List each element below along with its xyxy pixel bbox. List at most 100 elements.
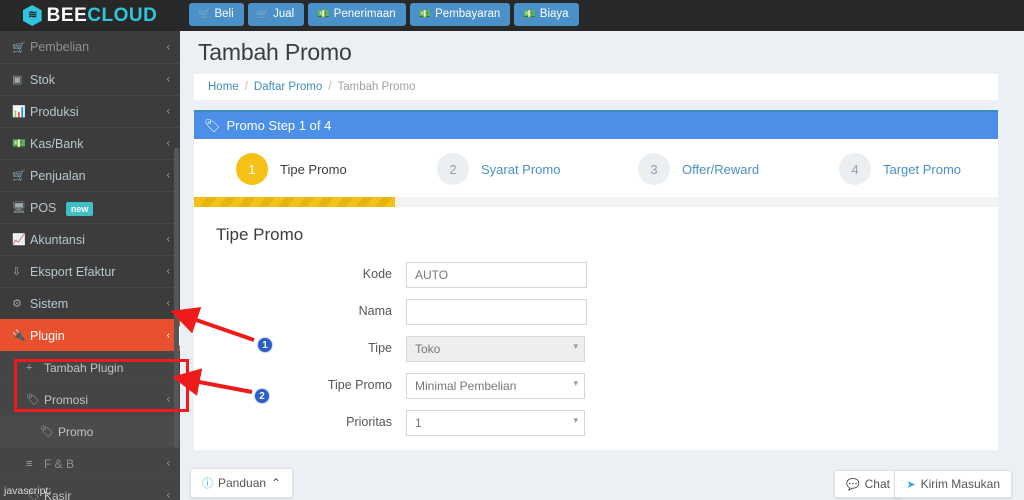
sidebar-item-label: Akuntansi bbox=[30, 233, 167, 247]
brand-logo[interactable]: ≋ BEECLOUD bbox=[0, 0, 180, 31]
form-row-kode: Kode AUTO bbox=[194, 262, 998, 288]
sidebar-item-label: Sistem bbox=[30, 297, 167, 311]
tipe-promo-select[interactable]: Minimal Pembelian bbox=[406, 373, 585, 399]
sidebar-item-label: Plugin bbox=[30, 329, 167, 343]
sidebar-item-stok[interactable]: ▣ Stok ‹ bbox=[0, 63, 180, 95]
sidebar-item-produksi[interactable]: 📊 Produksi ‹ bbox=[0, 95, 180, 127]
sidebar-item-akuntansi[interactable]: 📈 Akuntansi ‹ bbox=[0, 223, 180, 255]
panel-header: 🏷 Promo Step 1 of 4 bbox=[194, 112, 998, 139]
main-content: Tambah Promo Home / Daftar Promo / Tamba… bbox=[180, 31, 1012, 500]
status-bar-text: javascript; bbox=[4, 485, 51, 497]
top-button-penerimaan[interactable]: 💵 Penerimaan bbox=[308, 3, 405, 26]
sidebar-item-label: Penjualan bbox=[30, 169, 167, 183]
top-button-label: Penerimaan bbox=[334, 8, 396, 20]
export-icon: ⇩ bbox=[12, 265, 30, 278]
sidebar-item-promo[interactable]: 🏷 Promo bbox=[0, 415, 180, 447]
panel-header-label: Promo Step 1 of 4 bbox=[227, 118, 332, 133]
chevron-left-icon: ‹ bbox=[167, 106, 170, 117]
step-4-target-promo[interactable]: 4 Target Promo bbox=[797, 153, 998, 185]
money-icon: 💵 bbox=[523, 9, 535, 20]
footer-bar: ⓘ Panduan ⌃ 💬 Chat ➤ Kirim Masukan bbox=[180, 466, 1024, 500]
step-3-offer-reward[interactable]: 3 Offer/Reward bbox=[596, 153, 797, 185]
breadcrumb-daftar-promo[interactable]: Daftar Promo bbox=[254, 81, 322, 93]
step-2-syarat-promo[interactable]: 2 Syarat Promo bbox=[395, 153, 596, 185]
chat-label: Chat bbox=[865, 477, 890, 491]
annotation-marker-1: 1 bbox=[257, 337, 273, 353]
step-number: 1 bbox=[236, 153, 268, 185]
brand-name-part1: BEE bbox=[47, 5, 88, 26]
top-button-beli[interactable]: 🛒 Beli bbox=[189, 3, 244, 26]
prioritas-select[interactable]: 1 bbox=[406, 410, 585, 436]
step-number: 2 bbox=[437, 153, 469, 185]
step-1-tipe-promo[interactable]: 1 Tipe Promo bbox=[194, 153, 395, 185]
brand-name-part2: CLOUD bbox=[87, 5, 157, 26]
page-title: Tambah Promo bbox=[194, 31, 998, 74]
top-button-label: Beli bbox=[214, 8, 233, 20]
wizard-progress-fill bbox=[194, 197, 395, 207]
money-icon: 💵 bbox=[12, 137, 30, 150]
money-icon: 💵 bbox=[419, 9, 431, 20]
wizard-steps: 1 Tipe Promo 2 Syarat Promo 3 Offer/Rewa… bbox=[194, 139, 998, 185]
form-row-prioritas: Prioritas 1 bbox=[194, 410, 998, 436]
sidebar-item-label: Promo bbox=[58, 425, 170, 439]
top-button-jual[interactable]: 🛒 Jual bbox=[248, 3, 305, 26]
promo-wizard-panel: 🏷 Promo Step 1 of 4 1 Tipe Promo 2 Syara… bbox=[194, 110, 998, 450]
list-icon: ≡ bbox=[26, 458, 44, 470]
step-label: Tipe Promo bbox=[280, 162, 347, 177]
chevron-left-icon: ‹ bbox=[167, 298, 170, 309]
monitor-icon: 🖥 bbox=[12, 201, 30, 214]
sidebar-item-pembelian[interactable]: 🛒 Pembelian ‹ bbox=[0, 31, 180, 63]
breadcrumb-current: Tambah Promo bbox=[337, 81, 415, 93]
sidebar-item-f-and-b[interactable]: ≡ F & B ‹ bbox=[0, 447, 180, 479]
sidebar-item-sistem[interactable]: ⚙ Sistem ‹ bbox=[0, 287, 180, 319]
chevron-left-icon: ‹ bbox=[167, 266, 170, 277]
sidebar-item-label: Produksi bbox=[30, 105, 167, 119]
sidebar-item-pos[interactable]: 🖥 POS new bbox=[0, 191, 180, 223]
kode-input[interactable]: AUTO bbox=[406, 262, 587, 288]
chevron-left-icon: ‹ bbox=[167, 138, 170, 149]
panduan-button[interactable]: ⓘ Panduan ⌃ bbox=[190, 468, 293, 498]
bar-chart-icon: 📊 bbox=[12, 105, 30, 118]
kirim-masukan-button[interactable]: ➤ Kirim Masukan bbox=[894, 470, 1012, 498]
cart-icon: 🛒 bbox=[12, 41, 30, 54]
breadcrumb-separator: / bbox=[328, 81, 331, 93]
form-section-title: Tipe Promo bbox=[194, 207, 998, 251]
gear-icon: ⚙ bbox=[12, 297, 30, 310]
chat-button[interactable]: 💬 Chat bbox=[834, 470, 902, 498]
chevron-left-icon: ‹ bbox=[167, 42, 170, 53]
step-label: Syarat Promo bbox=[481, 162, 560, 177]
chevron-left-icon: ‹ bbox=[167, 458, 170, 469]
chevron-up-icon: ⌃ bbox=[271, 476, 281, 490]
annotation-box-promosi-promo bbox=[14, 359, 189, 412]
top-button-label: Jual bbox=[273, 8, 294, 20]
sidebar-item-label: Kasir bbox=[44, 489, 167, 500]
sidebar-item-plugin[interactable]: 🔌 Plugin ‹ bbox=[0, 319, 180, 351]
tag-icon: 🏷 bbox=[204, 118, 221, 134]
form-row-tipe-promo: Tipe Promo Minimal Pembelian bbox=[194, 373, 998, 399]
box-icon: ▣ bbox=[12, 73, 30, 86]
sidebar-item-eksport-efaktur[interactable]: ⇩ Eksport Efaktur ‹ bbox=[0, 255, 180, 287]
field-label-kode: Kode bbox=[194, 267, 406, 283]
sidebar-item-label: Pembelian bbox=[30, 40, 167, 54]
panduan-label: Panduan bbox=[218, 476, 266, 490]
top-button-biaya[interactable]: 💵 Biaya bbox=[514, 3, 578, 26]
sidebar-item-penjualan[interactable]: 🛒 Penjualan ‹ bbox=[0, 159, 180, 191]
breadcrumb-home[interactable]: Home bbox=[208, 81, 239, 93]
help-circle-icon: ⓘ bbox=[202, 475, 213, 491]
sidebar-item-label: Kas/Bank bbox=[30, 137, 167, 151]
sidebar-item-kas-bank[interactable]: 💵 Kas/Bank ‹ bbox=[0, 127, 180, 159]
step-number: 4 bbox=[839, 153, 871, 185]
kirim-masukan-label: Kirim Masukan bbox=[921, 477, 1000, 491]
cart-icon: 🛒 bbox=[198, 9, 210, 20]
sidebar-item-label: Eksport Efaktur bbox=[30, 265, 167, 279]
plug-icon: 🔌 bbox=[12, 329, 30, 342]
nama-input[interactable] bbox=[406, 299, 587, 325]
top-button-pembayaran[interactable]: 💵 Pembayaran bbox=[410, 3, 511, 26]
new-badge: new bbox=[66, 202, 94, 216]
chart-icon: 📈 bbox=[12, 233, 30, 246]
chat-bubble-icon: 💬 bbox=[846, 478, 860, 491]
cart-icon: 🛒 bbox=[257, 9, 269, 20]
top-bar: 🛒 Beli 🛒 Jual 💵 Penerimaan 💵 Pembayaran … bbox=[180, 0, 1024, 31]
form-row-tipe: Tipe Toko bbox=[194, 336, 998, 362]
tipe-select[interactable]: Toko bbox=[406, 336, 585, 362]
